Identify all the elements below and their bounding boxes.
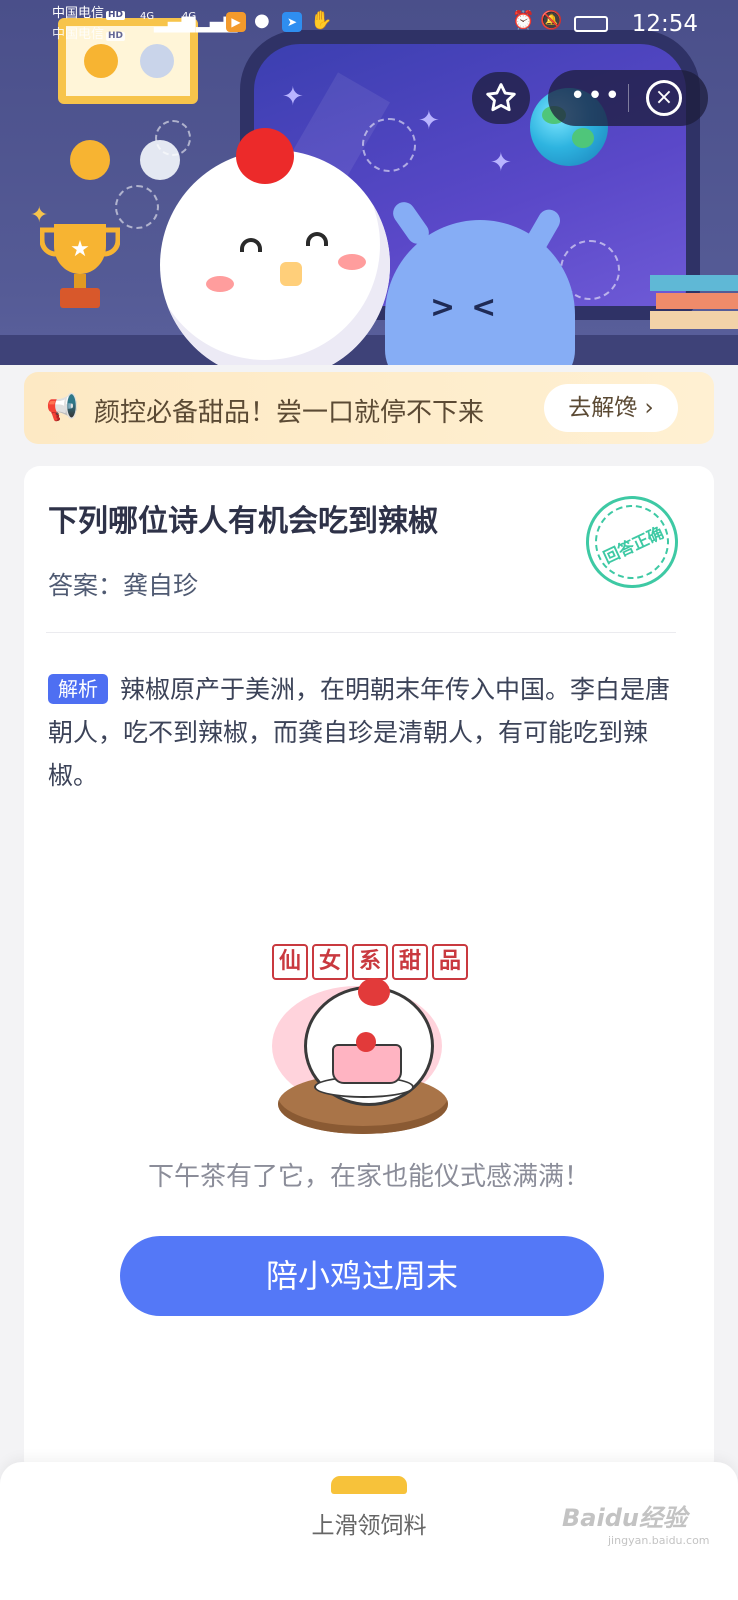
books-illustration [650, 275, 738, 329]
analysis-text: 辣椒原产于美洲，在明朝末年传入中国。李白是唐朝人，吃不到辣椒，而龚自珍是清朝人，… [48, 675, 671, 790]
battery-icon [574, 16, 608, 32]
sparkle-icon: ✦ [30, 203, 49, 228]
app-notification-icon: ➤ [282, 12, 302, 32]
analysis-tag: 解析 [48, 674, 108, 704]
promo-description: 下午茶有了它，在家也能仪式感满满！ [147, 1162, 590, 1192]
star-outline-icon [486, 83, 516, 112]
mute-bell-icon: 🔕 [540, 10, 563, 31]
network-type: 4G [182, 11, 197, 22]
promo-title: 仙 女 系 甜 品 [272, 944, 468, 980]
clock: 12:54 [631, 11, 698, 37]
svg-text:★: ★ [70, 237, 90, 262]
miniprogram-capsule: ••• × [548, 70, 708, 126]
chick-cheek [206, 276, 234, 292]
promo-title-char: 品 [432, 944, 468, 980]
sparkle-icon: ✦ [282, 82, 304, 112]
decor-circle [155, 120, 191, 156]
chick-comb [236, 128, 294, 184]
question-card: 下列哪位诗人有机会吃到辣椒 答案：龚自珍 回答正确 解析 辣椒原产于美洲，在明朝末… [24, 466, 714, 1476]
baidu-watermark-url: jingyan.baidu.com [608, 1534, 710, 1547]
hand-icon: ✋ [310, 10, 333, 31]
divider [46, 632, 676, 633]
strawberry-icon [356, 1032, 376, 1052]
sparkle-icon: ✦ [490, 148, 512, 178]
more-menu-icon[interactable]: ••• [570, 83, 622, 109]
question-title: 下列哪位诗人有机会吃到辣椒 [48, 504, 438, 539]
qq-icon: ● [254, 10, 270, 31]
app-notification-icon: ▶ [226, 12, 246, 32]
megaphone-icon: 📢 [46, 393, 79, 423]
decor-circle [115, 185, 159, 229]
chick-comb [358, 978, 390, 1006]
shelf-illustration [0, 335, 738, 365]
promo-notice[interactable]: 📢 颜控必备甜品！尝一口就停不下来 去解馋 › [24, 372, 714, 444]
close-icon[interactable]: × [646, 80, 682, 116]
gold-medal-icon [70, 140, 110, 180]
analysis-paragraph: 解析 辣椒原产于美洲，在明朝末年传入中国。李白是唐朝人，吃不到辣椒，而龚自珍是清朝… [48, 668, 688, 797]
favorite-button[interactable] [472, 72, 530, 124]
network-type: 4G [140, 11, 155, 22]
status-bar: 中国电信 HD 中国电信 HD 4G ▂▄▆ 4G ▂▄▆ ▶ ● ➤ ✋ ⏰ 🔕 … [0, 0, 738, 48]
alien-face: >< [430, 290, 513, 325]
promo-title-char: 甜 [392, 944, 428, 980]
answer-text: 答案：龚自珍 [48, 571, 199, 600]
notice-text: 颜控必备甜品！尝一口就停不下来 [94, 398, 485, 428]
promo-title-char: 仙 [272, 944, 308, 980]
trophy-icon: ★ [40, 224, 120, 308]
promo-title-char: 系 [352, 944, 388, 980]
promo-title-char: 女 [312, 944, 348, 980]
carrier-label: 中国电信 HD [52, 6, 126, 21]
weekend-cta-button[interactable]: 陪小鸡过周末 [120, 1236, 604, 1316]
decor-circle [362, 118, 416, 172]
alarm-icon: ⏰ [512, 10, 535, 31]
hero-banner: ★ ✦ ✦ ✦ ✦ >< [0, 0, 738, 415]
correct-stamp: 回答正确 [570, 480, 694, 604]
chick-cheek [338, 254, 366, 270]
notice-action-button[interactable]: 去解馋 › [544, 384, 678, 432]
sparkle-icon: ✦ [418, 106, 440, 136]
carrier-label: 中国电信 HD [52, 27, 126, 42]
baidu-watermark: Baidu经验 [562, 1504, 687, 1532]
chick-beak [280, 262, 302, 286]
swipe-up-handle[interactable] [331, 1476, 407, 1494]
